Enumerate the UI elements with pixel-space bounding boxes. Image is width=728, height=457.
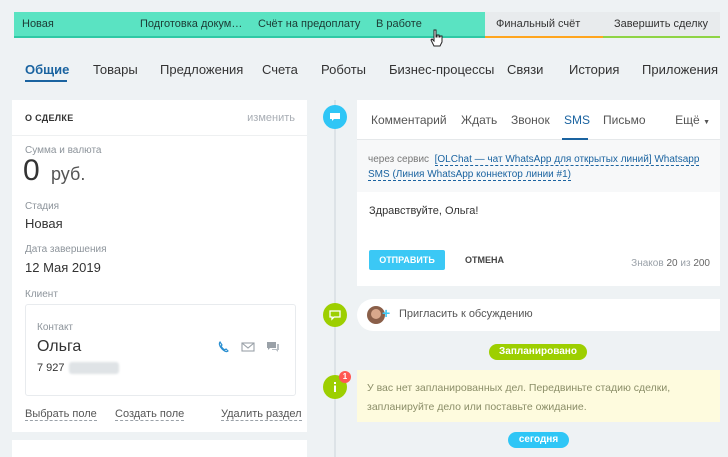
no-activities-notice: У вас нет запланированных дел. Передвинь… (357, 370, 720, 422)
comment-icon (323, 105, 347, 129)
more-label: Ещё (675, 113, 700, 127)
tab-applications[interactable]: Приложения (642, 62, 718, 77)
hand-cursor-icon (430, 29, 443, 47)
contact-phone-number: 7 927 (37, 362, 65, 374)
deal-info-card: О СДЕЛКЕ изменить Сумма и валюта 0 руб. … (12, 100, 307, 432)
tab-links[interactable]: Связи (507, 62, 543, 77)
phone-redacted (68, 362, 119, 375)
invite-to-discussion[interactable]: + Пригласить к обсуждению (357, 299, 720, 331)
client-label: Клиент (25, 289, 58, 300)
counter-value: 20 (666, 258, 678, 269)
char-counter: Знаков 20 из 200 (631, 258, 710, 269)
deal-tabs: Общие Товары Предложения Счета Роботы Би… (0, 48, 728, 92)
tab-offers[interactable]: Предложения (160, 62, 243, 77)
stage-prep-docs[interactable]: Подготовка документов (129, 12, 247, 38)
cancel-button[interactable]: ОТМЕНА (465, 255, 504, 265)
notification-badge: 1 (339, 371, 351, 383)
via-prefix: через сервис (368, 154, 430, 165)
close-date-value: 12 Мая 2019 (25, 260, 101, 275)
mail-icon[interactable] (241, 341, 255, 353)
currency-value: руб. (51, 164, 86, 184)
counter-of: из (680, 258, 691, 269)
tab-invoices[interactable]: Счета (262, 62, 298, 77)
stage-new[interactable]: Новая (14, 12, 129, 38)
close-date-label: Дата завершения (25, 244, 107, 255)
invite-text: Пригласить к обсуждению (399, 308, 533, 320)
card-title: О СДЕЛКЕ (25, 113, 74, 123)
stage-final-invoice[interactable]: Финальный счёт (485, 12, 603, 38)
chat-icon[interactable] (266, 341, 280, 353)
stage-label: Подготовка документов (140, 18, 247, 30)
stage-value: Новая (25, 216, 63, 231)
comment-icon (323, 303, 347, 327)
contact-label: Контакт (37, 322, 74, 333)
amount-value: 0 (23, 154, 40, 187)
ctab-comment[interactable]: Комментарий (371, 113, 447, 127)
counter-prefix: Знаков (631, 258, 664, 269)
tab-products[interactable]: Товары (93, 62, 138, 77)
active-tab-indicator (25, 80, 67, 82)
planned-label: Запланировано (489, 344, 587, 360)
composer-tabs: Комментарий Ждать Звонок SMS Письмо Ещё … (357, 100, 720, 140)
stage-label-field: Стадия (25, 201, 60, 212)
contact-box: Контакт Ольга 7 927 (25, 304, 296, 396)
activity-composer: Комментарий Ждать Звонок SMS Письмо Ещё … (357, 100, 720, 286)
sms-provider-info: через сервис [OLChat — чат WhatsApp для … (357, 140, 720, 192)
ctab-email[interactable]: Письмо (603, 113, 646, 127)
stage-label: В работе (376, 18, 422, 30)
tab-history[interactable]: История (569, 62, 619, 77)
timeline-line (334, 100, 336, 457)
ctab-call[interactable]: Звонок (511, 113, 550, 127)
tab-business-processes[interactable]: Бизнес-процессы (389, 62, 494, 77)
send-button[interactable]: ОТПРАВИТЬ (369, 250, 445, 270)
create-field-link[interactable]: Создать поле (115, 408, 185, 421)
stage-close-deal[interactable]: Завершить сделку (603, 12, 720, 38)
plus-icon: + (382, 305, 391, 321)
more-tabs-button[interactable]: Ещё ▼ (675, 113, 710, 127)
ctab-wait[interactable]: Ждать (461, 113, 497, 127)
tab-robots[interactable]: Роботы (321, 62, 366, 77)
next-card (12, 440, 307, 457)
message-input[interactable]: Здравствуйте, Ольга! (369, 205, 478, 217)
card-header: О СДЕЛКЕ изменить (12, 100, 307, 136)
chevron-down-icon: ▼ (703, 119, 710, 126)
stage-label: Новая (22, 18, 54, 30)
edit-link[interactable]: изменить (247, 112, 295, 124)
stage-in-progress[interactable]: В работе (365, 12, 485, 38)
deal-stage-pipeline: Новая Подготовка документов Счёт на пред… (14, 12, 720, 38)
select-field-link[interactable]: Выбрать поле (25, 408, 97, 421)
stage-label: Счёт на предоплату (258, 18, 361, 30)
counter-max: 200 (693, 258, 710, 269)
stage-label: Финальный счёт (496, 18, 581, 30)
tab-general[interactable]: Общие (25, 62, 69, 77)
stage-prepay-invoice[interactable]: Счёт на предоплату (247, 12, 365, 38)
today-label: сегодня (508, 432, 569, 448)
ctab-sms[interactable]: SMS (564, 113, 590, 127)
delete-section-link[interactable]: Удалить раздел (221, 408, 302, 421)
contact-phone: 7 927 (37, 362, 119, 375)
contact-name[interactable]: Ольга (37, 338, 81, 356)
stage-label: Завершить сделку (614, 18, 709, 30)
phone-icon[interactable] (217, 341, 231, 353)
